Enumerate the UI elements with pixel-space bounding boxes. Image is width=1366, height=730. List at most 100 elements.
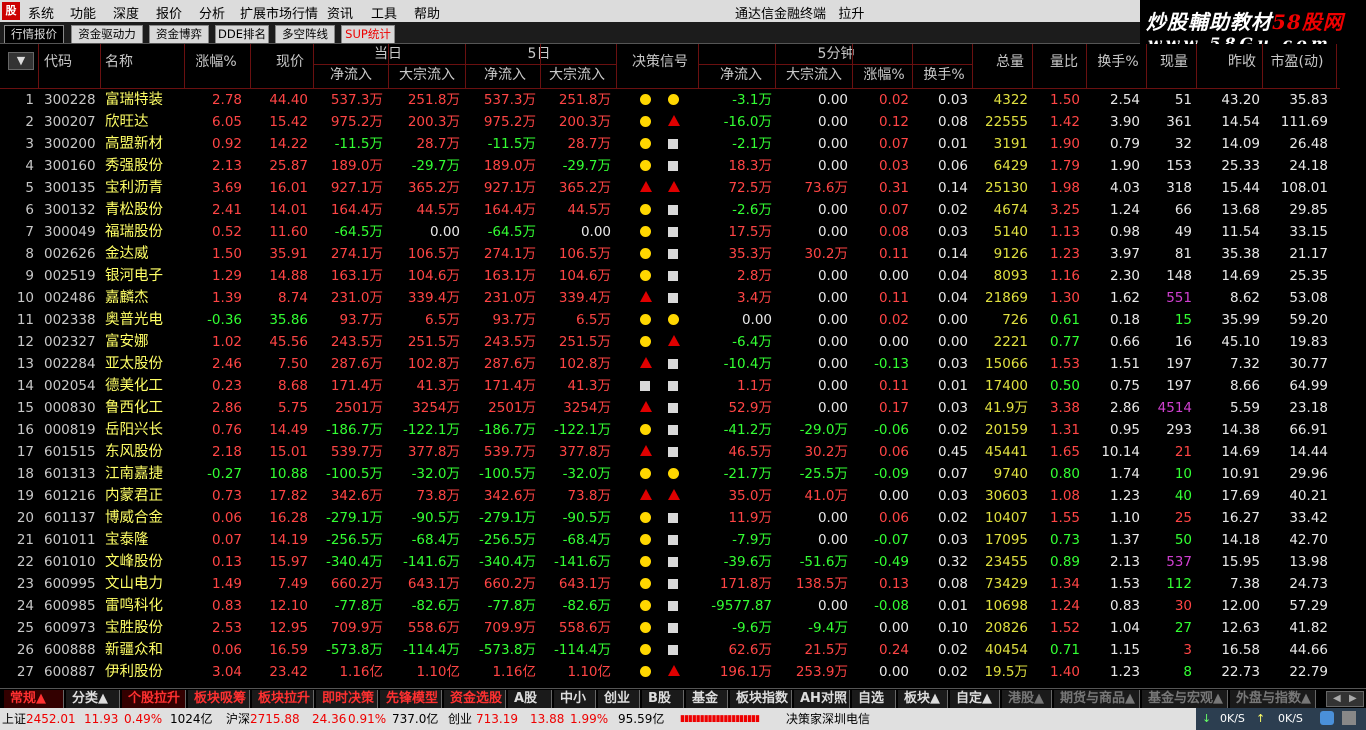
table-row[interactable]: 17 601515 东风股份 2.18 15.01 539.7万 377.8万 539.7万 3… — [0, 441, 1340, 463]
bottom-tab[interactable]: 板块▲ — [898, 690, 948, 708]
col-5m-block-inflow[interactable]: 大宗流入 — [780, 65, 848, 85]
bottom-tab[interactable]: 板块拉升 — [252, 690, 314, 708]
col-pe[interactable]: 市盈(动) — [1262, 52, 1332, 72]
bottom-tab[interactable]: 常规▲ — [4, 690, 64, 708]
stock-code[interactable]: 600995 — [44, 573, 100, 595]
bottom-tab[interactable]: 自选 — [852, 690, 896, 708]
table-row[interactable]: 23 600995 文山电力 1.49 7.49 660.2万 643.1万 660.2万 64… — [0, 573, 1340, 595]
col-price[interactable]: 现价 — [270, 52, 310, 72]
col-current-vol[interactable]: 现量 — [1154, 52, 1194, 72]
stock-code[interactable]: 300200 — [44, 133, 100, 155]
stock-code[interactable]: 300228 — [44, 89, 100, 111]
table-row[interactable]: 8 002626 金达威 1.50 35.91 274.1万 106.5万 274.1万 106… — [0, 243, 1340, 265]
table-row[interactable]: 24 600985 雷鸣科化 0.83 12.10 -77.8万 -82.6万 -77.8万 -… — [0, 595, 1340, 617]
col-today-net-inflow[interactable]: 净流入 — [320, 65, 382, 85]
stock-code[interactable]: 600973 — [44, 617, 100, 639]
bottom-tab[interactable]: 基金 — [686, 690, 728, 708]
table-row[interactable]: 10 002486 嘉麟杰 1.39 8.74 231.0万 339.4万 231.0万 339… — [0, 287, 1340, 309]
table-row[interactable]: 26 600888 新疆众和 0.06 16.59 -573.8万 -114.4万 -573.… — [0, 639, 1340, 661]
stock-code[interactable]: 601515 — [44, 441, 100, 463]
menu-info[interactable]: 资讯 — [327, 3, 353, 22]
bottom-tab[interactable]: 创业 — [598, 690, 640, 708]
scroll-right-icon[interactable]: ▶ — [1349, 693, 1357, 704]
table-row[interactable]: 4 300160 秀强股份 2.13 25.87 189.0万 -29.7万 189.0万 -2… — [0, 155, 1340, 177]
col-vol-ratio[interactable]: 量比 — [1044, 52, 1084, 72]
stock-code[interactable]: 300160 — [44, 155, 100, 177]
col-5m-net-inflow[interactable]: 净流入 — [710, 65, 772, 85]
table-row[interactable]: 16 000819 岳阳兴长 0.76 14.49 -186.7万 -122.1万 -186.… — [0, 419, 1340, 441]
stock-code[interactable]: 002284 — [44, 353, 100, 375]
col-5d-block-inflow[interactable]: 大宗流入 — [543, 65, 611, 85]
table-row[interactable]: 20 601137 博威合金 0.06 16.28 -279.1万 -90.5万 -279.1… — [0, 507, 1340, 529]
tab-quote[interactable]: 行情报价 — [4, 25, 64, 43]
bottom-tab[interactable]: 板块指数 — [730, 690, 792, 708]
table-row[interactable]: 3 300200 高盟新材 0.92 14.22 -11.5万 28.7万 -11.5万 28.… — [0, 133, 1340, 155]
stock-code[interactable]: 601313 — [44, 463, 100, 485]
window-icon[interactable] — [1342, 711, 1356, 725]
table-row[interactable]: 12 002327 富安娜 1.02 45.56 243.5万 251.5万 243.5万 25… — [0, 331, 1340, 353]
menu-function[interactable]: 功能 — [70, 3, 96, 22]
table-row[interactable]: 27 600887 伊利股份 3.04 23.42 1.16亿 1.10亿 1.16亿 1.10… — [0, 661, 1340, 683]
table-row[interactable]: 11 002338 奥普光电 -0.36 35.86 93.7万 6.5万 93.7万 6.5万… — [0, 309, 1340, 331]
col-today-block-inflow[interactable]: 大宗流入 — [393, 65, 461, 85]
scroll-left-icon[interactable]: ◀ — [1333, 693, 1341, 704]
table-row[interactable]: 19 601216 内蒙君正 0.73 17.82 342.6万 73.8万 342.6万 73… — [0, 485, 1340, 507]
table-row[interactable]: 25 600973 宝胜股份 2.53 12.95 709.9万 558.6万 709.9万 5… — [0, 617, 1340, 639]
menu-depth[interactable]: 深度 — [113, 3, 139, 22]
stock-code[interactable]: 002327 — [44, 331, 100, 353]
stock-code[interactable]: 601137 — [44, 507, 100, 529]
bottom-tab[interactable]: 个股拉升 — [122, 690, 186, 708]
table-row[interactable]: 14 002054 德美化工 0.23 8.68 171.4万 41.3万 171.4万 41.… — [0, 375, 1340, 397]
bottom-tab[interactable]: B股 — [642, 690, 684, 708]
stock-code[interactable]: 601010 — [44, 551, 100, 573]
col-5d-net-inflow[interactable]: 净流入 — [474, 65, 536, 85]
table-row[interactable]: 18 601313 江南嘉捷 -0.27 10.88 -100.5万 -32.0万 -100.… — [0, 463, 1340, 485]
table-row[interactable]: 7 300049 福瑞股份 0.52 11.60 -64.5万 0.00 -64.5万 0.00… — [0, 221, 1340, 243]
tab-sup-stats[interactable]: SUP统计 — [341, 25, 395, 43]
bottom-tab[interactable]: 自定▲ — [950, 690, 1000, 708]
tab-long-short[interactable]: 多空阵线 — [275, 25, 335, 43]
bottom-tab[interactable]: 港股▲ — [1002, 690, 1052, 708]
stock-code[interactable]: 300207 — [44, 111, 100, 133]
table-row[interactable]: 6 300132 青松股份 2.41 14.01 164.4万 44.5万 164.4万 44.… — [0, 199, 1340, 221]
table-row[interactable]: 21 601011 宝泰隆 0.07 14.19 -256.5万 -68.4万 -256.5万… — [0, 529, 1340, 551]
table-row[interactable]: 22 601010 文峰股份 0.13 15.97 -340.4万 -141.6万 -340.… — [0, 551, 1340, 573]
menu-extended-market[interactable]: 扩展市场行情 — [240, 3, 318, 22]
bottom-tab[interactable]: 基金与宏观▲ — [1142, 690, 1228, 708]
tab-scroll-arrows[interactable]: ◀ ▶ — [1326, 691, 1364, 707]
col-5m-turnover[interactable]: 换手% — [918, 65, 970, 85]
col-5m-change[interactable]: 涨幅% — [858, 65, 910, 85]
stock-code[interactable]: 000830 — [44, 397, 100, 419]
menu-help[interactable]: 帮助 — [414, 3, 440, 22]
bottom-tab[interactable]: 外盘与指数▲ — [1230, 690, 1316, 708]
bottom-tab[interactable]: 分类▲ — [66, 690, 120, 708]
bottom-tab[interactable]: 即时决策 — [316, 690, 378, 708]
table-row[interactable]: 5 300135 宝利沥青 3.69 16.01 927.1万 365.2万 927.1万 36… — [0, 177, 1340, 199]
table-row[interactable]: 1 300228 富瑞特装 2.78 44.40 537.3万 251.8万 537.3万 25… — [0, 89, 1340, 111]
stock-code[interactable]: 601216 — [44, 485, 100, 507]
stock-code[interactable]: 300049 — [44, 221, 100, 243]
table-row[interactable]: 2 300207 欣旺达 6.05 15.42 975.2万 200.3万 975.2万 200… — [0, 111, 1340, 133]
stock-code[interactable]: 002486 — [44, 287, 100, 309]
stock-code[interactable]: 002626 — [44, 243, 100, 265]
tab-fund-game[interactable]: 资金博弈 — [149, 25, 209, 43]
table-row[interactable]: 9 002519 银河电子 1.29 14.88 163.1万 104.6万 163.1万 10… — [0, 265, 1340, 287]
col-prev-close[interactable]: 昨收 — [1222, 52, 1262, 72]
menu-tools[interactable]: 工具 — [371, 3, 397, 22]
menu-analysis[interactable]: 分析 — [199, 3, 225, 22]
stock-code[interactable]: 000819 — [44, 419, 100, 441]
bottom-tab[interactable]: 板块吸筹 — [188, 690, 250, 708]
col-signal[interactable]: 决策信号 — [620, 52, 700, 72]
col-name[interactable]: 名称 — [105, 52, 145, 72]
stock-code[interactable]: 600887 — [44, 661, 100, 683]
stock-code[interactable]: 002519 — [44, 265, 100, 287]
col-volume[interactable]: 总量 — [990, 52, 1030, 72]
sort-icon[interactable]: ▼ — [8, 52, 34, 70]
bottom-tab[interactable]: 中小 — [554, 690, 596, 708]
stock-code[interactable]: 601011 — [44, 529, 100, 551]
bottom-tab[interactable]: 资金选股 — [444, 690, 506, 708]
network-icon[interactable] — [1320, 711, 1334, 725]
col-code[interactable]: 代码 — [44, 52, 84, 72]
col-turnover[interactable]: 换手% — [1092, 52, 1144, 72]
stock-code[interactable]: 600985 — [44, 595, 100, 617]
